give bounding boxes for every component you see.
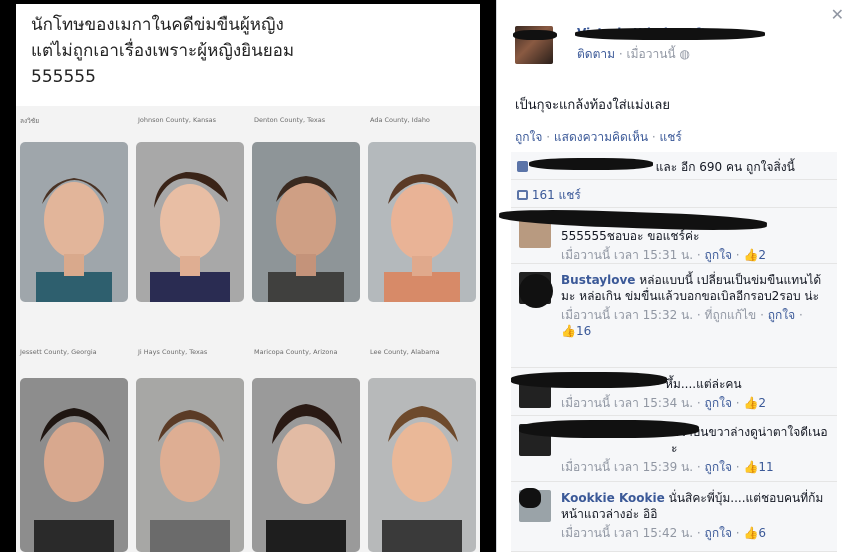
thumbs-up-icon: 👍 [743,460,759,474]
follow-link[interactable]: ติดตาม [577,47,615,61]
comment-link[interactable]: แสดงความคิดเห็น [554,130,648,144]
photo-caption: นักโทษของเมกาในคดีข่มขืนผู้หญิง แต่ไม่ถู… [31,12,471,90]
mugshot-photo [136,378,244,552]
county-label: Denton County, Texas [254,116,326,124]
thumbs-up-icon: 👍 [561,324,576,338]
close-icon[interactable]: ✕ [831,5,844,24]
mugshot-photo [136,142,244,302]
like-link[interactable]: ถูกใจ [515,130,542,144]
post-actions: ถูกใจ · แสดงความคิดเห็น · แชร์ [515,128,682,147]
comment-text: 555555ชอบอะ ขอแชร์ค่ะ [561,229,700,243]
comment-like-count[interactable]: 2 [758,248,766,262]
comment-like-link[interactable]: ถูกใจ [705,248,732,262]
comment-like-link[interactable]: ถูกใจ [705,526,732,540]
county-label: Maricopa County, Arizona [254,348,338,356]
separator-dot: · [618,47,627,61]
edited-label[interactable]: ที่ถูกแก้ไข [705,308,757,322]
county-label: Ada County, Idaho [370,116,430,124]
thumbs-up-icon: 👍 [743,526,759,540]
comment-like-count[interactable]: 6 [758,526,766,540]
comment-item: Bustaylove หล่อแบบนี้ เปลี่ยนเป็นข่มขืนแ… [511,264,837,368]
post-photo[interactable]: นักโทษของเมกาในคดีข่มขืนผู้หญิง แต่ไม่ถู… [16,4,480,552]
share-icon [517,190,528,200]
thumbs-up-icon [517,161,528,172]
separator-dot: · [546,130,554,144]
globe-icon: ◍ [679,47,690,61]
shares-count[interactable]: 161 แชร์ [532,188,581,202]
share-link[interactable]: แชร์ [660,130,682,144]
comment-time[interactable]: เมื่อวานนี้ เวลา 15:42 น. [561,526,693,540]
comment-like-count[interactable]: 16 [576,324,591,338]
redaction-scribble [513,30,557,40]
comment-time[interactable]: เมื่อวานนี้ เวลา 15:39 น. [561,460,693,474]
redaction-scribble [511,372,667,388]
mugshot-photo [368,142,476,302]
post-text: เป็นกุจะแกล้งท้องใส่แม่งเลย [515,98,670,113]
mugshot-photo [20,378,128,552]
comment-item: Kookkie Kookie นั่นสิคะพี่บุ้ม....แต่ชอบ… [511,482,837,552]
mugshot-grid: ลงวิชัย Johnson County, Kansas Denton Co… [16,106,480,552]
caption-line: นักโทษของเมกาในคดีข่มขืนผู้หญิง [31,15,284,35]
thumbs-up-icon: 👍 [743,248,759,262]
post-panel: ✕ Victoria WitchCraft ติดตาม · เมื่อวานน… [496,0,850,552]
comment-time[interactable]: เมื่อวานนี้ เวลา 15:32 น. [561,308,693,322]
follow-line: ติดตาม · เมื่อวานนี้ ◍ [577,45,690,64]
redaction-scribble [519,488,541,508]
county-label: Jessett County, Georgia [20,348,97,356]
likes-summary[interactable]: และ อีก 690 คน ถูกใจสิ่งนี้ [656,160,795,174]
post-time[interactable]: เมื่อวานนี้ [627,47,676,61]
ufi-summary: และ อีก 690 คน ถูกใจสิ่งนี้ 161 แชร์ [511,152,837,208]
county-label: Johnson County, Kansas [138,116,216,124]
shares-row: 161 แชร์ [511,180,837,208]
caption-line: 555555 [31,67,96,87]
comment-like-count[interactable]: 11 [758,460,773,474]
county-label: Ji Hays County, Texas [138,348,208,356]
county-label: ลงวิชัย [20,117,40,125]
separator-dot: · [651,130,660,144]
comment-like-link[interactable]: ถูกใจ [705,460,732,474]
commenter-name[interactable]: Kookkie Kookie [561,491,665,505]
redaction-scribble [519,420,699,438]
mugshot-photo [368,378,476,552]
photo-viewer: นักโทษของเมกาในคดีข่มขืนผู้หญิง แต่ไม่ถู… [0,0,496,552]
comment-like-link[interactable]: ถูกใจ [705,396,732,410]
redaction-scribble [575,28,765,40]
redaction-scribble [519,274,553,308]
mugshot-photo [252,142,360,302]
comment-like-count[interactable]: 2 [758,396,766,410]
mugshot-photo [252,378,360,552]
caption-line: แต่ไม่ถูกเอาเรื่องเพราะผู้หญิงยินยอม [31,41,295,61]
mugshot-photo [20,142,128,302]
commenter-name[interactable]: Bustaylove [561,273,635,287]
comment-like-link[interactable]: ถูกใจ [768,308,795,322]
comment-time[interactable]: เมื่อวานนี้ เวลา 15:34 น. [561,396,693,410]
redaction-scribble [529,158,653,170]
thumbs-up-icon: 👍 [743,396,759,410]
comment-time[interactable]: เมื่อวานนี้ เวลา 15:31 น. [561,248,693,262]
county-label: Lee County, Alabama [370,348,440,356]
